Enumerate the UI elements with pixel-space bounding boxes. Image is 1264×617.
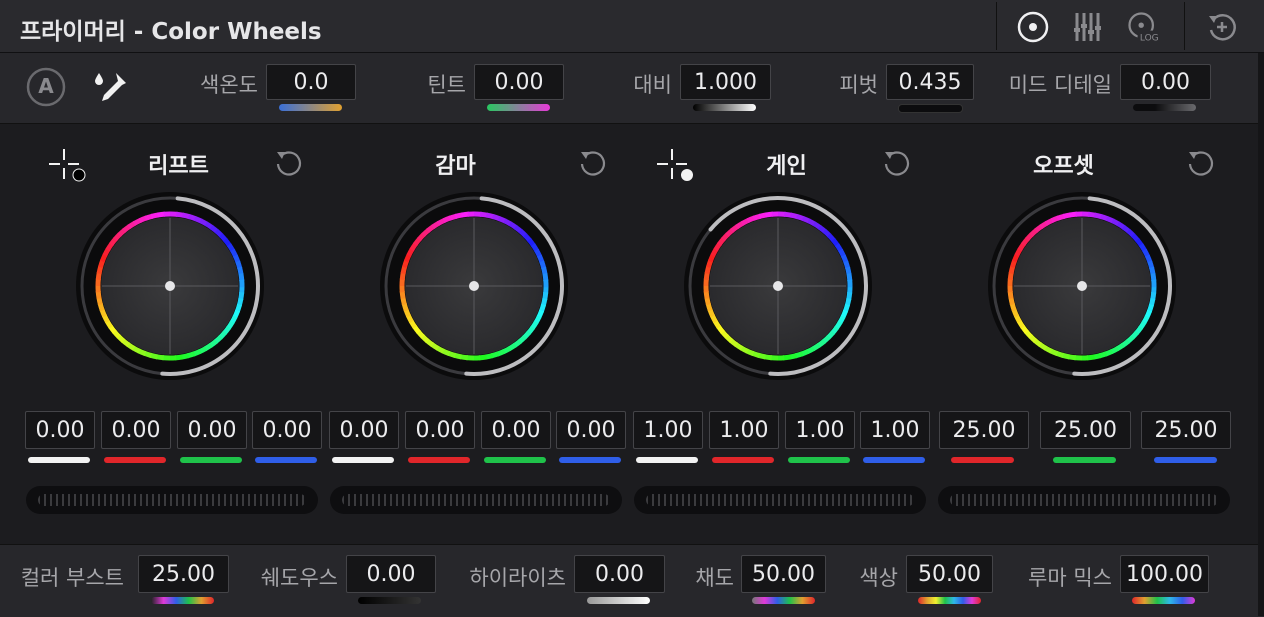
wheel-puck (1077, 281, 1087, 291)
auto-balance-button[interactable]: A (26, 67, 66, 107)
wheel-panel-lift: 리프트 0.00 0.00 0.00 0.00 (0, 124, 322, 544)
bars-mode-icon[interactable] (1070, 10, 1106, 44)
pivot-label: 피벗 (839, 73, 878, 97)
wheels-mode-icon[interactable] (1015, 10, 1051, 44)
red-bar (408, 457, 470, 463)
reset-icon[interactable] (882, 148, 912, 178)
color-wheel[interactable] (986, 190, 1178, 382)
master-wheel-jog[interactable] (634, 486, 926, 514)
contrast-label: 대비 (633, 73, 672, 97)
temp-field[interactable]: 0.0 (266, 64, 356, 100)
luma-mix-slider[interactable] (1132, 597, 1195, 604)
wheel-puck (165, 281, 175, 291)
hue-label: 색상 (859, 566, 898, 590)
color-boost-slider[interactable] (151, 597, 214, 604)
mid-detail-field[interactable]: 0.00 (1120, 64, 1211, 100)
wheel-puck (773, 281, 783, 291)
wheel-puck (469, 281, 479, 291)
red-bar (104, 457, 166, 463)
green-bar (484, 457, 546, 463)
lift-g-field[interactable]: 0.00 (177, 411, 247, 449)
title-bar: 프라이머리 - Color Wheels LOG (0, 0, 1264, 53)
primary-params-row: A 색온도 0.0 틴트 0.00 대비 1.000 피벗 0.435 미드 디… (0, 53, 1264, 124)
contrast-slider[interactable] (693, 104, 756, 111)
bottom-params-row: 컬러 부스트 25.00 쉐도우스 0.00 하이라이츠 0.00 채도 50.… (0, 544, 1264, 617)
lift-r-field[interactable]: 0.00 (101, 411, 171, 449)
luma-bar (636, 457, 698, 463)
reset-all-icon[interactable] (1204, 10, 1240, 44)
color-wheel[interactable] (378, 190, 570, 382)
wheel-panel-offset: 오프셋 25.00 25.00 25.00 (912, 124, 1231, 544)
blue-bar (1154, 457, 1217, 463)
highlights-slider[interactable] (587, 597, 650, 604)
color-wheel[interactable] (74, 190, 266, 382)
gain-y-field[interactable]: 1.00 (633, 411, 703, 449)
wheel-panel-gain: 게인 1.00 1.00 1.00 1.00 (608, 124, 930, 544)
saturation-slider[interactable] (752, 597, 815, 604)
offset-r-field[interactable]: 25.00 (939, 411, 1029, 449)
green-bar (788, 457, 850, 463)
green-bar (1053, 457, 1116, 463)
color-boost-field[interactable]: 25.00 (138, 555, 229, 593)
eyedropper-icon[interactable] (92, 67, 132, 107)
green-bar (180, 457, 242, 463)
log-mode-icon[interactable]: LOG (1125, 10, 1161, 44)
pivot-slider[interactable] (898, 104, 963, 113)
gamma-g-field[interactable]: 0.00 (481, 411, 551, 449)
contrast-field[interactable]: 1.000 (680, 64, 771, 100)
saturation-field[interactable]: 50.00 (741, 555, 826, 593)
luma-bar (28, 457, 90, 463)
color-boost-label: 컬러 부스트 (20, 566, 124, 590)
luma-bar (332, 457, 394, 463)
wheel-panel-gamma: 감마 0.00 0.00 0.00 0.00 (304, 124, 626, 544)
gain-g-field[interactable]: 1.00 (785, 411, 855, 449)
temp-label: 색온도 (200, 73, 258, 97)
wheel-title: 감마 (435, 154, 476, 179)
tint-field[interactable]: 0.00 (474, 64, 564, 100)
reset-icon[interactable] (1186, 148, 1216, 178)
mid-detail-label: 미드 디테일 (1008, 73, 1112, 97)
mid-detail-slider[interactable] (1133, 104, 1196, 111)
color-wheel[interactable] (682, 190, 874, 382)
master-wheel-jog[interactable] (26, 486, 318, 514)
gamma-y-field[interactable]: 0.00 (329, 411, 399, 449)
red-bar (951, 457, 1014, 463)
offset-g-field[interactable]: 25.00 (1040, 411, 1131, 449)
log-label: LOG (1140, 34, 1159, 44)
master-wheel-jog[interactable] (330, 486, 622, 514)
panel-title: 프라이머리 - Color Wheels (20, 19, 322, 45)
highlights-field[interactable]: 0.00 (574, 555, 665, 593)
master-wheel-jog[interactable] (938, 486, 1230, 514)
pivot-field[interactable]: 0.435 (886, 64, 974, 100)
reset-icon[interactable] (274, 148, 304, 178)
scrollbar-track (1258, 53, 1264, 616)
mode-toolbar: LOG (996, 2, 1185, 50)
shadows-label: 쉐도우스 (260, 566, 338, 590)
gamma-r-field[interactable]: 0.00 (405, 411, 475, 449)
lift-y-field[interactable]: 0.00 (25, 411, 95, 449)
hue-slider[interactable] (918, 597, 981, 604)
tint-label: 틴트 (427, 73, 466, 97)
luma-mix-label: 루마 믹스 (1028, 566, 1112, 590)
red-bar (712, 457, 774, 463)
saturation-label: 채도 (695, 566, 734, 590)
reset-icon[interactable] (578, 148, 608, 178)
shadows-field[interactable]: 0.00 (346, 555, 436, 593)
gain-r-field[interactable]: 1.00 (709, 411, 779, 449)
wheel-title: 오프셋 (1033, 154, 1094, 179)
shadows-slider[interactable] (358, 597, 421, 604)
tint-slider[interactable] (487, 104, 550, 111)
temp-slider[interactable] (279, 104, 342, 111)
offset-b-field[interactable]: 25.00 (1141, 411, 1231, 449)
luma-mix-field[interactable]: 100.00 (1120, 555, 1209, 593)
auto-balance-label: A (38, 74, 54, 98)
highlights-label: 하이라이츠 (469, 566, 566, 590)
hue-field[interactable]: 50.00 (906, 555, 993, 593)
